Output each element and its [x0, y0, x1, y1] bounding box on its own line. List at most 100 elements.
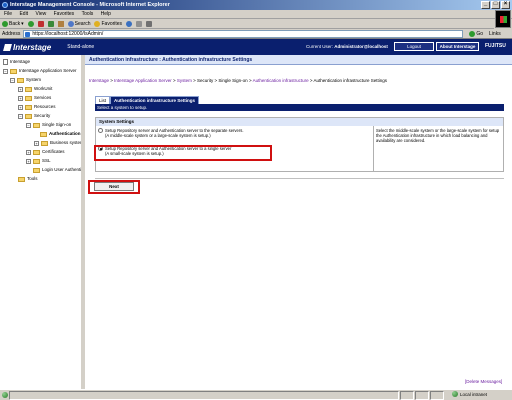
tree-item-workunit[interactable]: + WorkUnit	[18, 85, 52, 93]
dropdown-arrow-icon[interactable]: ▾	[21, 19, 24, 29]
address-input[interactable]: https://localhost:12000/IsAdmin/	[23, 29, 464, 38]
go-button[interactable]: Go	[469, 30, 484, 37]
expand-icon[interactable]: +	[18, 86, 23, 92]
collapse-icon[interactable]: −	[18, 113, 23, 119]
next-button[interactable]: Next	[94, 182, 134, 191]
tree-item-security[interactable]: − Security	[18, 112, 50, 120]
tree-item-resources[interactable]: + Resources	[18, 103, 56, 111]
collapse-icon[interactable]: −	[26, 122, 31, 128]
tree-item-system[interactable]: − System	[10, 76, 41, 84]
favorites-label: Favorites	[101, 20, 123, 27]
minimize-button[interactable]: _	[481, 1, 490, 9]
tab-strip: List Authentication infrastructure Setti…	[95, 96, 200, 104]
about-interstage-button[interactable]: About Interstage	[436, 42, 479, 51]
tree-item-application-server[interactable]: − Interstage Application Server	[3, 67, 77, 75]
menu-file[interactable]: File	[4, 11, 12, 17]
tree-item-label: Interstage Application Server	[19, 68, 77, 73]
go-arrow-icon	[469, 30, 476, 37]
collapse-icon[interactable]: −	[3, 68, 8, 74]
tab-list[interactable]: List	[95, 96, 111, 104]
maximize-button[interactable]: □	[491, 1, 500, 9]
tree-item-services[interactable]: + Services	[18, 94, 51, 102]
breadcrumb-link-system[interactable]: System	[177, 78, 192, 83]
print-icon[interactable]	[146, 20, 153, 27]
favorites-button[interactable]: Favorites	[94, 19, 122, 29]
expand-icon[interactable]: +	[34, 140, 39, 146]
expand-icon[interactable]: +	[26, 158, 31, 164]
folder-icon	[40, 131, 47, 137]
current-user-value: Administrator@localhost	[334, 44, 388, 49]
menu-edit[interactable]: Edit	[19, 11, 28, 17]
tree-item-ssl[interactable]: + SSL	[26, 157, 51, 165]
expand-icon[interactable]: +	[18, 104, 23, 110]
delete-messages-link[interactable]: [Delete Messages]	[465, 379, 502, 384]
stop-icon[interactable]	[37, 20, 44, 27]
back-arrow-icon	[2, 20, 8, 27]
menu-view[interactable]: View	[35, 11, 46, 17]
links-button[interactable]: Links	[489, 31, 501, 37]
expand-icon[interactable]: +	[18, 95, 23, 101]
search-label: Search	[74, 20, 91, 27]
tree-item-label: SSL	[42, 158, 51, 163]
folder-icon	[25, 104, 32, 110]
tree-item-login-user-auth[interactable]: Login User Authentic	[33, 166, 81, 174]
option-description: Select the middle-scale system or the la…	[376, 128, 500, 143]
collapse-icon[interactable]: −	[10, 77, 15, 83]
current-user: Current User: Administrator@localhost	[306, 44, 388, 49]
tree-item-interstage[interactable]: Interstage	[3, 58, 30, 66]
status-message	[9, 390, 399, 400]
tree-item-business-system[interactable]: + Business system	[34, 139, 83, 147]
option-separate-servers[interactable]: Setup Repository server and Authenticati…	[98, 128, 244, 138]
back-label: Back	[9, 20, 21, 27]
tree-item-single-sign-on[interactable]: − Single Sign-on	[26, 121, 71, 129]
mode-label: Stand-alone	[67, 44, 95, 50]
folder-icon	[33, 149, 40, 155]
windows-logo-icon	[495, 10, 511, 28]
tab-auth-infra-settings[interactable]: Authentication infrastructure Settings	[110, 96, 200, 104]
tree-item-label: Security	[34, 113, 51, 118]
home-icon[interactable]	[57, 20, 64, 27]
folder-icon	[17, 77, 24, 83]
tree-item-certificates[interactable]: + Certificates	[26, 148, 65, 156]
menu-favorites[interactable]: Favorites	[54, 11, 75, 17]
star-icon	[94, 20, 101, 27]
radio-separate-servers[interactable]	[98, 128, 103, 133]
status-cell	[430, 390, 444, 400]
breadcrumb-link-auth-infra[interactable]: Authentication infrastructure	[253, 78, 309, 83]
highlight-box	[94, 145, 272, 161]
folder-icon	[33, 122, 40, 128]
folder-icon	[25, 86, 32, 92]
menu-help[interactable]: Help	[101, 11, 111, 17]
menu-tools[interactable]: Tools	[82, 11, 94, 17]
folder-icon	[33, 167, 40, 173]
app-header: Interstage Stand-alone Current User: Adm…	[0, 39, 512, 55]
logout-button[interactable]: Logout	[394, 42, 434, 51]
tree-item-label: Certificates	[42, 149, 65, 154]
tree-item-label: WorkUnit	[34, 86, 53, 91]
breadcrumb-text-security: Security	[197, 78, 214, 83]
tree-item-authentication[interactable]: Authentication	[40, 130, 81, 138]
tree-item-label: System	[26, 77, 42, 82]
tree-item-label: Single Sign-on	[42, 122, 72, 127]
navigation-tree: Interstage − Interstage Application Serv…	[0, 55, 83, 389]
go-label: Go	[476, 30, 484, 37]
tree-item-label: Business system	[50, 140, 83, 145]
mail-icon[interactable]	[136, 20, 143, 27]
status-cell	[415, 390, 429, 400]
history-icon[interactable]	[126, 20, 133, 27]
refresh-icon[interactable]	[47, 20, 54, 27]
expand-icon[interactable]: +	[26, 149, 31, 155]
interstage-logo: Interstage	[3, 42, 52, 52]
breadcrumb-link-interstage[interactable]: Interstage	[89, 78, 109, 83]
folder-icon	[10, 68, 17, 74]
close-button[interactable]: ×	[501, 1, 510, 9]
search-button[interactable]: Search	[67, 19, 91, 29]
security-zone: Local intranet	[452, 391, 487, 397]
tree-item-tools[interactable]: Tools	[18, 175, 38, 183]
current-user-label: Current User:	[306, 44, 334, 49]
back-button[interactable]: Back ▾	[2, 19, 24, 29]
page-icon	[3, 59, 8, 65]
forward-arrow-icon[interactable]	[27, 20, 34, 27]
logo-text: Interstage	[13, 42, 52, 52]
breadcrumb-link-application-server[interactable]: Interstage Application Server	[114, 78, 172, 83]
